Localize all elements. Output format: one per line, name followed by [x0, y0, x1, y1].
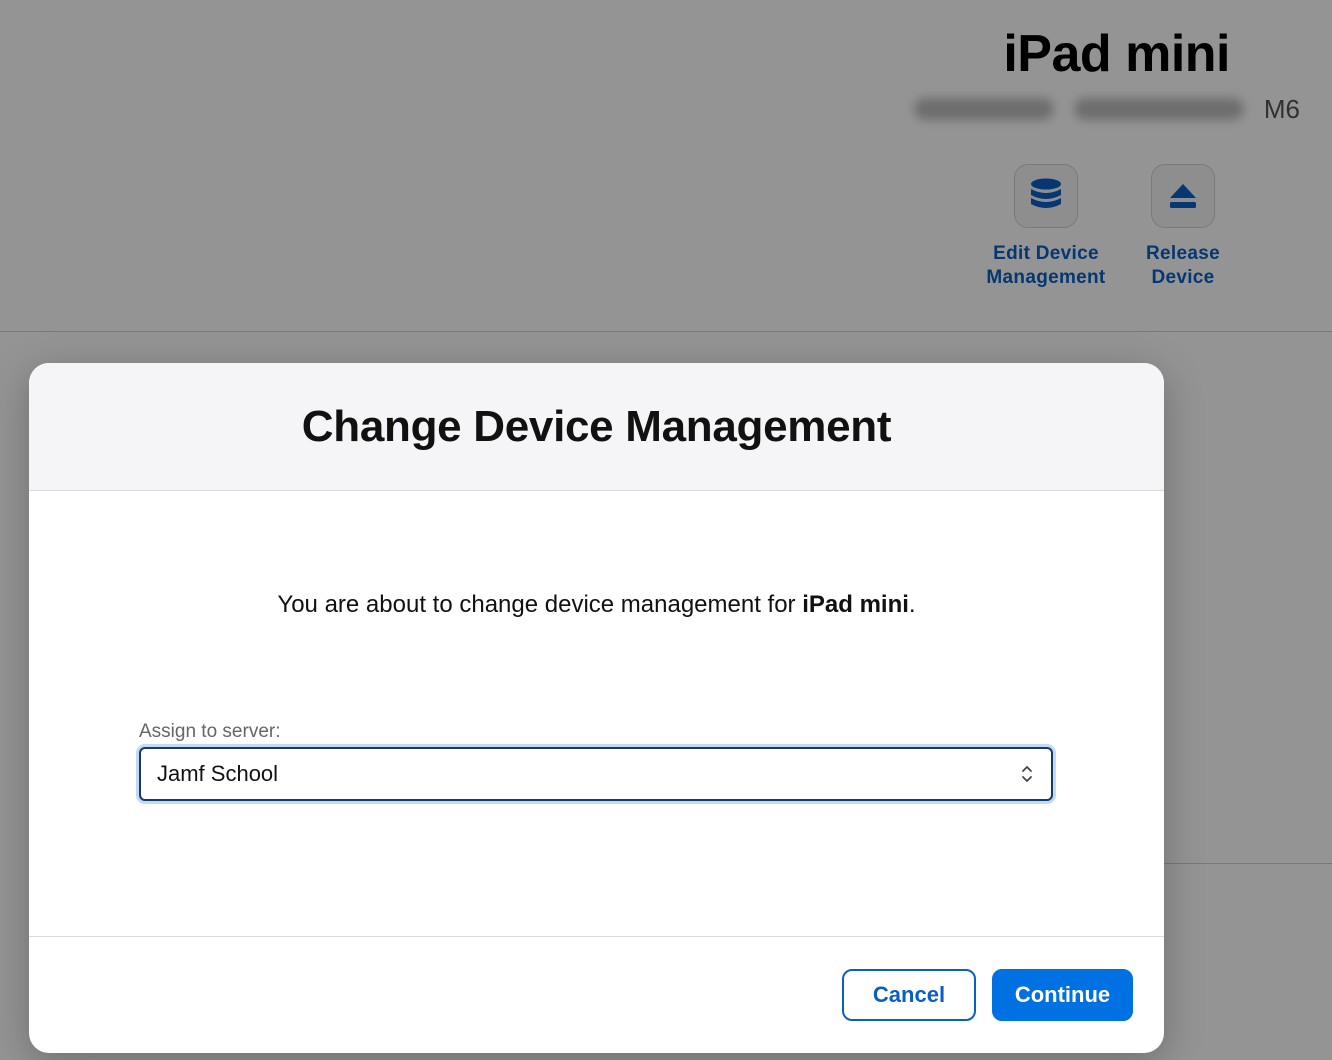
- server-select-value: Jamf School: [157, 761, 279, 786]
- dialog-title: Change Device Management: [301, 401, 892, 451]
- cancel-button[interactable]: Cancel: [842, 969, 976, 1021]
- chevron-up-down-icon: [1019, 762, 1035, 786]
- dialog-header: Change Device Management: [29, 363, 1164, 491]
- server-select[interactable]: Jamf School: [139, 747, 1053, 801]
- continue-button[interactable]: Continue: [992, 969, 1133, 1021]
- dialog-body: You are about to change device managemen…: [29, 491, 1164, 937]
- dialog-footer: Cancel Continue: [29, 937, 1164, 1053]
- change-device-management-dialog: Change Device Management You are about t…: [29, 363, 1164, 1053]
- assign-server-label: Assign to server:: [139, 721, 281, 742]
- message-device-name: iPad mini: [802, 591, 909, 618]
- dialog-message: You are about to change device managemen…: [277, 591, 916, 618]
